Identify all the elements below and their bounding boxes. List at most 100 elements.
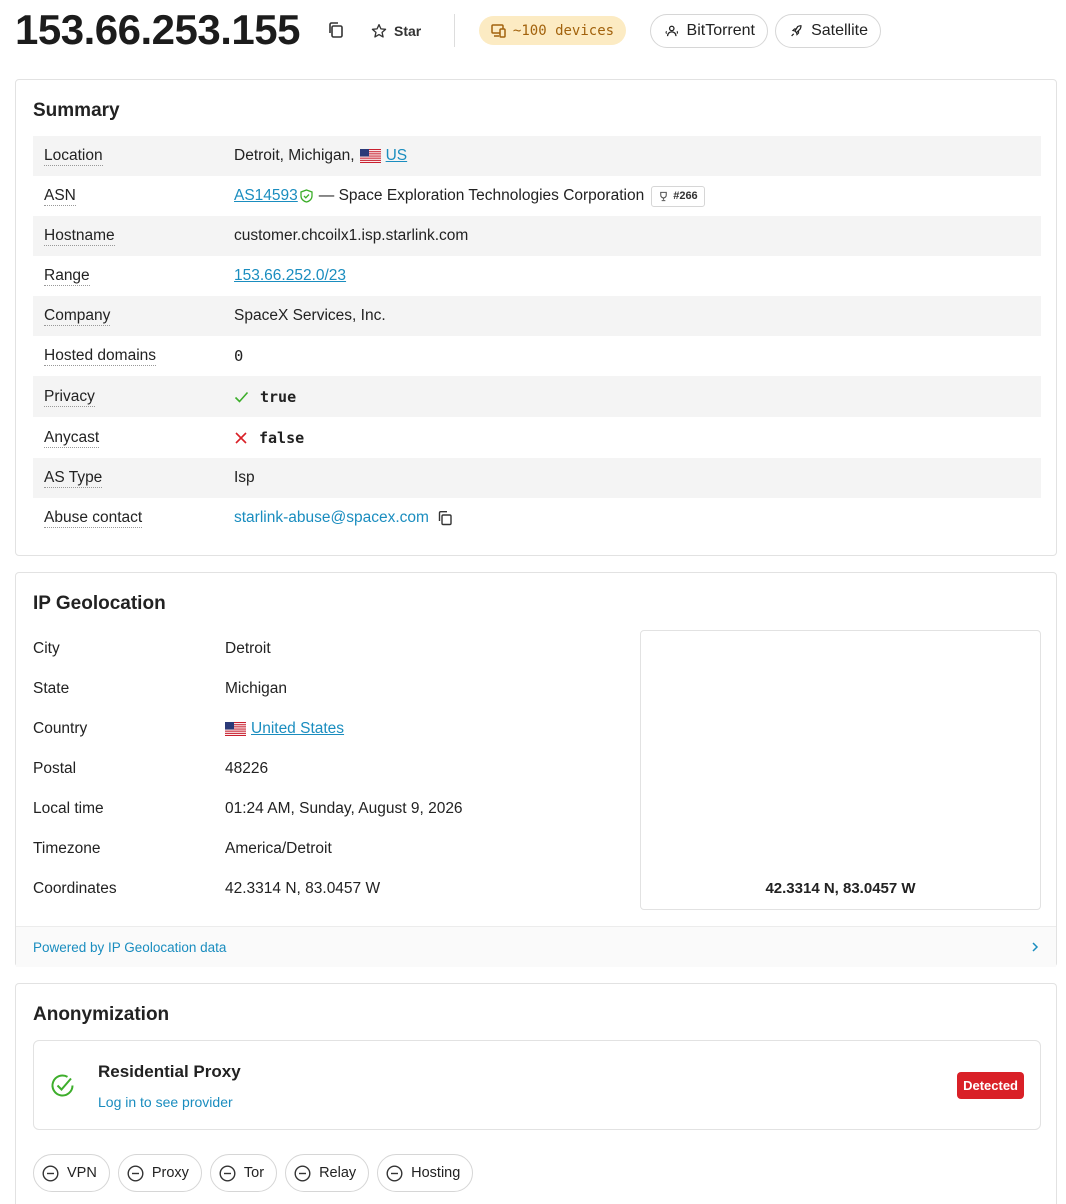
geolocation-card: IP Geolocation City Detroit State Michig… xyxy=(15,572,1057,967)
chip-label: Relay xyxy=(319,1165,357,1181)
summary-row-privacy: Privacy true xyxy=(33,376,1041,417)
star-button[interactable]: Star xyxy=(371,18,421,44)
chip-label: Proxy xyxy=(151,1165,189,1181)
location-label: Location xyxy=(44,147,103,166)
check-circle-icon xyxy=(50,1073,75,1102)
state-value: Michigan xyxy=(225,680,288,697)
verified-shield-icon xyxy=(300,189,313,203)
anycast-label: Anycast xyxy=(44,428,100,448)
minus-circle-icon xyxy=(294,1164,311,1182)
asn-rank: #266 xyxy=(673,190,698,202)
asn-link[interactable]: AS14593 xyxy=(234,187,298,205)
privacy-value: true xyxy=(260,387,297,406)
hostname-value: customer.chcoilx1.isp.starlink.com xyxy=(234,227,469,244)
chip-label: Tor xyxy=(243,1165,265,1181)
geo-row-state: State Michigan xyxy=(33,669,593,709)
minus-circle-icon xyxy=(219,1164,236,1182)
range-label: Range xyxy=(44,267,90,286)
timezone-value: America/Detroit xyxy=(225,840,332,857)
timezone-label: Timezone xyxy=(33,840,101,857)
city-label: City xyxy=(33,640,60,657)
us-flag-icon xyxy=(225,722,246,736)
devices-badge[interactable]: ~100 devices xyxy=(479,16,626,45)
login-provider-link[interactable]: Log in to see provider xyxy=(98,1094,233,1110)
map-panel[interactable]: 42.3314 N, 83.0457 W xyxy=(640,630,1041,910)
summary-row-anycast: Anycast false xyxy=(33,417,1041,458)
country-link[interactable]: United States xyxy=(251,720,344,738)
geo-row-country: Country United States xyxy=(33,709,593,749)
geolocation-table: City Detroit State Michigan Country Unit… xyxy=(33,629,593,909)
powered-by-link[interactable]: Powered by IP Geolocation data xyxy=(33,940,226,955)
asn-rank-badge: #266 xyxy=(651,185,705,207)
local-time-label: Local time xyxy=(33,800,104,817)
rocket-icon xyxy=(791,25,802,37)
minus-circle-icon xyxy=(127,1164,144,1182)
abuse-email-link[interactable]: starlink-abuse@spacex.com xyxy=(234,509,429,527)
devices-icon xyxy=(491,23,506,38)
country-code-link[interactable]: US xyxy=(386,147,408,165)
chip-label: VPN xyxy=(67,1165,97,1181)
country-label: Country xyxy=(33,720,88,737)
summary-row-hostname: Hostname customer.chcoilx1.isp.starlink.… xyxy=(33,216,1041,256)
privacy-label: Privacy xyxy=(44,387,95,407)
hosted-domains-value: 0 xyxy=(234,347,244,365)
trophy-icon xyxy=(660,191,668,201)
summary-card: Summary Location Detroit, Michigan, US A… xyxy=(15,79,1057,556)
bittorrent-pill[interactable]: BitTorrent xyxy=(650,14,768,48)
location-value: Detroit, Michigan, xyxy=(234,147,355,164)
geo-row-timezone: Timezone America/Detroit xyxy=(33,829,593,869)
check-icon xyxy=(234,391,249,403)
summary-table: Location Detroit, Michigan, US ASN AS145… xyxy=(33,136,1041,538)
satellite-label: Satellite xyxy=(811,22,868,39)
ip-address-title: 153.66.253.155 xyxy=(15,6,300,53)
range-link[interactable]: 153.66.252.0/23 xyxy=(234,267,346,285)
copy-icon[interactable] xyxy=(327,21,347,41)
copy-icon[interactable] xyxy=(437,510,453,526)
chip-tor[interactable]: Tor xyxy=(209,1154,278,1192)
summary-title: Summary xyxy=(33,100,120,121)
asn-label: ASN xyxy=(44,187,76,206)
as-type-value: Isp xyxy=(234,469,255,486)
geo-row-coordinates: Coordinates 42.3314 N, 83.0457 W xyxy=(33,869,593,909)
geo-row-city: City Detroit xyxy=(33,629,593,669)
asn-org: — Space Exploration Technologies Corpora… xyxy=(318,187,645,204)
city-value: Detroit xyxy=(225,640,271,657)
header-divider xyxy=(454,14,455,47)
postal-label: Postal xyxy=(33,760,77,777)
summary-row-company: Company SpaceX Services, Inc. xyxy=(33,296,1041,336)
postal-value: 48226 xyxy=(225,760,269,777)
chip-hosting[interactable]: Hosting xyxy=(377,1154,474,1192)
devices-label: ~100 devices xyxy=(512,22,615,39)
minus-circle-icon xyxy=(42,1164,59,1182)
anycast-value: false xyxy=(259,428,305,447)
anonymization-card: Anonymization Residential Proxy Log in t… xyxy=(15,983,1057,1204)
page-header: 153.66.253.155 Star ~100 devices BitTorr… xyxy=(0,0,1066,64)
chip-proxy[interactable]: Proxy xyxy=(117,1154,202,1192)
detected-badge: Detected xyxy=(957,1072,1024,1099)
chip-vpn[interactable]: VPN xyxy=(33,1154,110,1192)
bittorrent-label: BitTorrent xyxy=(686,22,755,39)
coordinates-value: 42.3314 N, 83.0457 W xyxy=(225,880,381,897)
star-icon xyxy=(371,24,387,38)
as-type-label: AS Type xyxy=(44,469,103,488)
geolocation-footer-link[interactable]: Powered by IP Geolocation data xyxy=(16,926,1056,967)
summary-row-asn: ASN AS14593 — Space Exploration Technolo… xyxy=(33,176,1041,216)
satellite-pill[interactable]: Satellite xyxy=(775,14,881,48)
coordinates-label: Coordinates xyxy=(33,880,117,897)
summary-row-range: Range 153.66.252.0/23 xyxy=(33,256,1041,296)
summary-row-location: Location Detroit, Michigan, US xyxy=(33,136,1041,176)
us-flag-icon xyxy=(359,149,381,163)
anonymization-title: Anonymization xyxy=(33,1004,170,1025)
residential-proxy-panel: Residential Proxy Log in to see provider… xyxy=(33,1040,1041,1130)
summary-row-hosted-domains: Hosted domains 0 xyxy=(33,336,1041,376)
summary-row-abuse: Abuse contact starlink-abuse@spacex.com xyxy=(33,498,1041,538)
residential-proxy-title: Residential Proxy xyxy=(98,1062,241,1081)
anonymization-chips: VPN Proxy Tor Relay Hosting xyxy=(33,1154,474,1192)
people-icon xyxy=(665,25,679,37)
hostname-label: Hostname xyxy=(44,227,115,246)
chip-relay[interactable]: Relay xyxy=(285,1154,370,1192)
hosted-domains-label: Hosted domains xyxy=(44,347,157,366)
state-label: State xyxy=(33,680,70,697)
abuse-label: Abuse contact xyxy=(44,509,143,528)
cross-icon xyxy=(235,431,247,444)
